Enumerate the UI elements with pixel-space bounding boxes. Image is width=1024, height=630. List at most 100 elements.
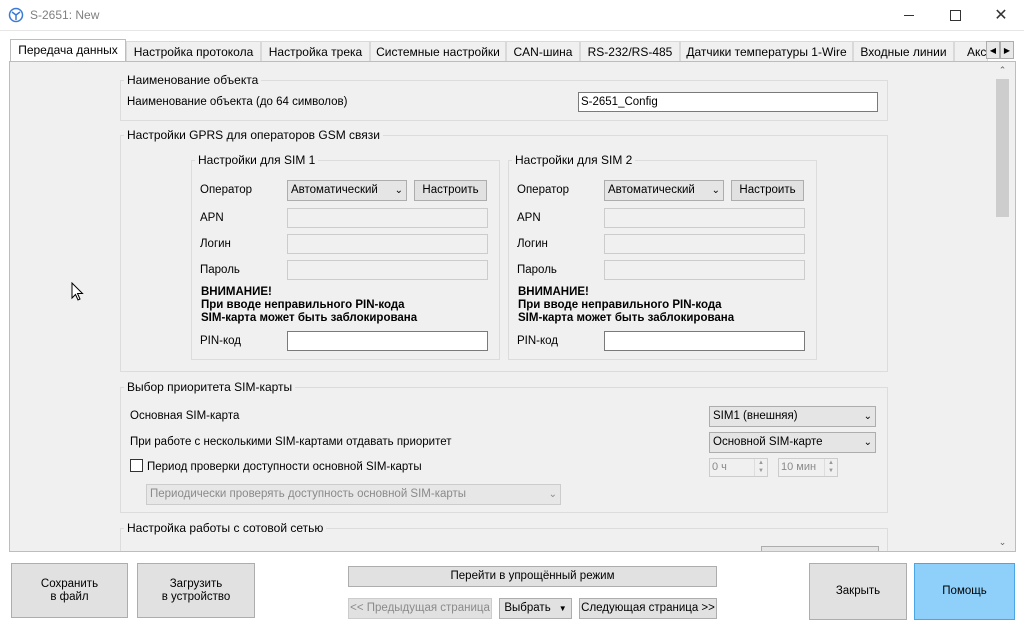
main-sim-value: SIM1 (внешняя): [713, 410, 798, 422]
object-name-label: Наименование объекта (до 64 символов): [127, 96, 348, 108]
sim1-login-input[interactable]: [287, 234, 488, 254]
main-sim-select[interactable]: SIM1 (внешняя) ⌄: [709, 406, 876, 427]
sim2-pin-input[interactable]: [604, 331, 805, 351]
mouse-cursor-icon: [71, 282, 84, 301]
save-line-2: в файл: [50, 590, 89, 603]
sim2-login-label: Логин: [517, 238, 548, 250]
check-minutes-value: 10 мин: [781, 461, 817, 473]
next-page-button[interactable]: Следующая страница >>: [579, 598, 717, 619]
help-button[interactable]: Помощь: [914, 563, 1015, 620]
sim1-operator-value: Автоматический: [291, 184, 378, 196]
sim1-warning-text: ВНИМАНИЕ! При вводе неправильного PIN-ко…: [201, 286, 417, 325]
sim2-configure-button[interactable]: Настроить: [731, 180, 804, 201]
sim1-login-label: Логин: [200, 238, 231, 250]
tab-scroll-buttons: ◀ ▶: [986, 41, 1014, 59]
sim1-password-label: Пароль: [200, 264, 240, 276]
periodic-check-value: Периодически проверять доступность основ…: [150, 488, 467, 500]
chevron-down-icon: ⌄: [863, 411, 872, 422]
multi-sim-priority-select[interactable]: Основной SIM-карте ⌄: [709, 432, 876, 453]
check-hours-spinner[interactable]: 0 ч ▲ ▼: [709, 458, 768, 477]
sim-priority-group-title: Выбор приоритета SIM-карты: [124, 380, 296, 394]
sim2-login-input[interactable]: [604, 234, 805, 254]
save-line-1: Сохранить: [40, 577, 99, 590]
arrow-left-icon: ◀: [989, 45, 997, 55]
dropdown-triangle-icon: ▼: [558, 604, 567, 613]
sim2-apn-label: APN: [517, 212, 541, 224]
object-name-input[interactable]: S-2651_Config: [578, 92, 878, 112]
tab-scroll-right-button[interactable]: ▶: [1000, 41, 1014, 59]
tab-protocol[interactable]: Настройка протокола: [126, 41, 261, 61]
scroll-down-arrow-icon[interactable]: ⌄: [994, 534, 1011, 550]
sim1-password-input[interactable]: [287, 260, 488, 280]
close-icon: ✕: [994, 7, 1008, 24]
upload-line-1: Загрузить: [169, 577, 223, 590]
tab-can[interactable]: CAN-шина: [506, 41, 580, 61]
tab-rs232[interactable]: RS-232/RS-485: [580, 41, 680, 61]
periodic-check-select[interactable]: Периодически проверять доступность основ…: [146, 484, 561, 505]
sim1-apn-label: APN: [200, 212, 224, 224]
main-sim-label: Основная SIM-карта: [130, 410, 240, 422]
chevron-down-icon: ⌄: [711, 185, 720, 196]
tab-data-transfer[interactable]: Передача данных: [10, 39, 126, 62]
tab-track[interactable]: Настройка трека: [261, 41, 370, 61]
upload-line-2: в устройство: [161, 590, 231, 603]
sim2-operator-label: Оператор: [517, 184, 570, 196]
chevron-down-icon: ⌄: [394, 185, 403, 196]
tab-inputs[interactable]: Входные линии: [853, 41, 954, 61]
sim2-warning-line-3: SIM-карта может быть заблокирована: [518, 312, 735, 324]
close-button[interactable]: Закрыть: [809, 563, 907, 620]
sim2-warning-text: ВНИМАНИЕ! При вводе неправильного PIN-ко…: [518, 286, 734, 325]
sim2-pin-label: PIN-код: [517, 335, 559, 347]
chevron-down-icon: ⌄: [863, 437, 872, 448]
tab-scroll-left-button[interactable]: ◀: [986, 41, 1000, 59]
sim2-warning-line-2: При вводе неправильного PIN-кода: [518, 299, 722, 311]
close-window-button[interactable]: ✕: [978, 0, 1024, 30]
sim1-operator-label: Оператор: [200, 184, 253, 196]
minimize-icon: [904, 14, 914, 16]
choose-page-button[interactable]: Выбрать ▼: [499, 598, 572, 619]
minimize-button[interactable]: [886, 0, 932, 30]
object-name-group-title: Наименование объекта: [124, 73, 262, 87]
maximize-button[interactable]: [932, 0, 978, 30]
scrollbar-thumb[interactable]: [996, 79, 1009, 217]
sim2-apn-input[interactable]: [604, 208, 805, 228]
previous-page-button[interactable]: << Предыдущая страница: [348, 598, 492, 619]
save-to-file-button[interactable]: Сохранить в файл: [11, 563, 128, 618]
satellite-app-icon: [8, 7, 24, 23]
multi-sim-priority-value: Основной SIM-карте: [713, 436, 823, 448]
multi-sim-priority-label: При работе с несколькими SIM-картами отд…: [130, 436, 452, 448]
sim2-warning-line-1: ВНИМАНИЕ!: [518, 286, 589, 298]
cellular-select-partial[interactable]: [761, 546, 879, 551]
sim1-pin-label: PIN-код: [200, 335, 242, 347]
maximize-icon: [949, 9, 961, 21]
upload-to-device-button[interactable]: Загрузить в устройство: [137, 563, 255, 618]
sim1-warning-line-2: При вводе неправильного PIN-кода: [201, 299, 405, 311]
sim2-password-input[interactable]: [604, 260, 805, 280]
arrow-right-icon: ▶: [1003, 45, 1011, 55]
simple-mode-button[interactable]: Перейти в упрощённый режим: [348, 566, 717, 587]
sim1-group-title: Настройки для SIM 1: [195, 153, 319, 167]
check-hours-value: 0 ч: [712, 461, 727, 473]
tab-temperature[interactable]: Датчики температуры 1-Wire: [680, 41, 853, 61]
sim2-operator-value: Автоматический: [608, 184, 695, 196]
check-period-checkbox[interactable]: [130, 459, 143, 472]
spin-arrows-icon: ▲ ▼: [754, 459, 767, 476]
choose-label: Выбрать: [504, 602, 551, 614]
sim2-password-label: Пароль: [517, 264, 557, 276]
tab-accessories[interactable]: Акс: [954, 41, 988, 61]
sim1-apn-input[interactable]: [287, 208, 488, 228]
chevron-down-icon: ⌄: [548, 489, 557, 500]
sim1-warning-line-3: SIM-карта может быть заблокирована: [201, 312, 418, 324]
sim1-warning-line-1: ВНИМАНИЕ!: [201, 286, 272, 298]
sim1-configure-button[interactable]: Настроить: [414, 180, 487, 201]
sim1-pin-input[interactable]: [287, 331, 488, 351]
check-minutes-spinner[interactable]: 10 мин ▲ ▼: [778, 458, 838, 477]
spin-arrows-icon: ▲ ▼: [824, 459, 837, 476]
gprs-group-title: Настройки GPRS для операторов GSM связи: [124, 128, 383, 142]
scroll-up-arrow-icon[interactable]: ⌃: [994, 62, 1011, 78]
sim1-operator-select[interactable]: Автоматический ⌄: [287, 180, 407, 201]
title-bar: S-2651: New ✕: [0, 0, 1024, 31]
sim2-group-title: Настройки для SIM 2: [512, 153, 636, 167]
tab-system[interactable]: Системные настройки: [370, 41, 506, 61]
sim2-operator-select[interactable]: Автоматический ⌄: [604, 180, 724, 201]
